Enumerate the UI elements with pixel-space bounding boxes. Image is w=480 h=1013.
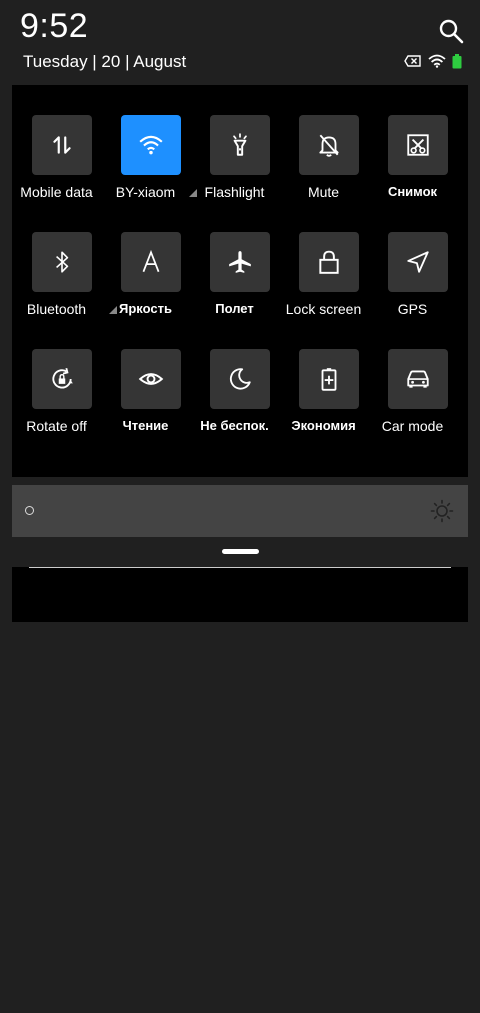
- toggle-label: BY-xiaom: [115, 184, 176, 200]
- toggle-battery-saver[interactable]: Экономия: [279, 349, 368, 449]
- toggle-mute[interactable]: Mute: [279, 115, 368, 215]
- toggle-bluetooth[interactable]: Bluetooth: [12, 232, 117, 332]
- auto-brightness-icon: [142, 249, 160, 273]
- notification-area: [12, 567, 468, 622]
- toggle-button[interactable]: [121, 349, 181, 409]
- flashlight-icon: [233, 133, 247, 156]
- toggle-button[interactable]: [299, 232, 359, 292]
- toggle-label: Bluetooth: [26, 301, 87, 317]
- toggle-screenshot[interactable]: Снимок: [368, 115, 457, 215]
- date-text: Tuesday | 20 | August: [23, 52, 187, 71]
- toggle-gps[interactable]: GPS: [368, 232, 457, 332]
- toggle-label: Не беспок.: [200, 418, 269, 433]
- wifi-icon: [139, 135, 163, 155]
- status-icons: [404, 53, 462, 69]
- toggle-eye[interactable]: Чтение: [101, 349, 190, 449]
- toggle-button[interactable]: [121, 115, 181, 175]
- lock-icon: [319, 250, 339, 274]
- toggle-lock[interactable]: Lock screen: [279, 232, 368, 332]
- toggle-airplane[interactable]: Полет: [190, 232, 279, 332]
- toggle-button[interactable]: [210, 232, 270, 292]
- toggle-label: Чтение: [122, 418, 169, 433]
- wifi-icon: [428, 54, 446, 68]
- moon-icon: [230, 368, 251, 390]
- toggle-button[interactable]: [210, 349, 270, 409]
- toggle-button[interactable]: [32, 232, 92, 292]
- battery-icon: [452, 53, 462, 68]
- toggle-label: Mute: [307, 184, 340, 200]
- toggle-button[interactable]: [299, 115, 359, 175]
- eye-icon: [138, 373, 164, 385]
- drag-handle[interactable]: [222, 549, 259, 554]
- mobile-data-icon: [53, 136, 71, 154]
- toggle-label: Полет: [215, 301, 254, 316]
- toggle-label: Car mode: [381, 418, 444, 434]
- airplane-icon: [229, 251, 251, 273]
- toggle-label: Экономия: [291, 418, 356, 433]
- toggle-button[interactable]: [388, 115, 448, 175]
- gps-icon: [407, 251, 429, 273]
- sim-off-icon: [404, 55, 421, 67]
- mute-icon: [319, 134, 339, 157]
- toggle-label: Яркость: [119, 301, 172, 316]
- toggle-moon[interactable]: Не беспок.: [190, 349, 279, 449]
- toggle-auto-brightness[interactable]: Яркость: [101, 232, 190, 332]
- rotate-lock-icon: [52, 367, 73, 389]
- toggle-button[interactable]: [32, 115, 92, 175]
- quick-settings-panel: Mobile data BY-xiaom Flashlight Mute Снимок B…: [12, 85, 468, 477]
- toggle-rotate-lock[interactable]: Rotate off: [12, 349, 101, 449]
- search-icon[interactable]: [438, 18, 464, 44]
- toggle-button[interactable]: [210, 115, 270, 175]
- toggle-button[interactable]: [388, 349, 448, 409]
- car-icon: [407, 370, 429, 388]
- clock-time: 9:52: [20, 7, 89, 45]
- toggle-button[interactable]: [388, 232, 448, 292]
- toggle-car[interactable]: Car mode: [368, 349, 457, 449]
- brightness-slider[interactable]: [12, 485, 468, 537]
- toggle-label: Flashlight: [204, 184, 265, 200]
- brightness-thumb[interactable]: [25, 506, 34, 515]
- toggle-mobile-data[interactable]: Mobile data: [12, 115, 101, 215]
- toggle-button[interactable]: [32, 349, 92, 409]
- bluetooth-icon: [56, 251, 69, 273]
- toggle-button[interactable]: [299, 349, 359, 409]
- toggle-wifi[interactable]: BY-xiaom: [101, 115, 197, 215]
- toggle-button[interactable]: [121, 232, 181, 292]
- screenshot-icon: [407, 134, 429, 156]
- toggle-flashlight[interactable]: Flashlight: [190, 115, 279, 215]
- toggle-label: Mobile data: [20, 184, 93, 200]
- toggle-label: GPS: [397, 301, 428, 317]
- battery-saver-icon: [321, 368, 337, 391]
- sun-icon: [430, 499, 454, 523]
- toggle-label: Lock screen: [285, 301, 362, 317]
- divider: [29, 567, 451, 568]
- toggle-label: Rotate off: [26, 418, 87, 434]
- toggle-label: Снимок: [387, 184, 438, 199]
